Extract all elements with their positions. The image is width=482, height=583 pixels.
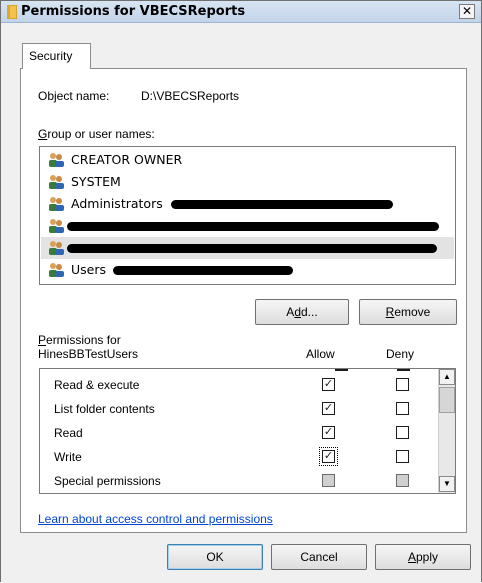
deny-special-checkbox (396, 474, 409, 487)
group-names-access-key: G (38, 127, 48, 141)
list-item[interactable] (41, 237, 454, 259)
scroll-down-button[interactable]: ▼ (439, 476, 455, 492)
list-item[interactable]: SYSTEM (41, 171, 454, 193)
redaction-mark (171, 200, 393, 209)
deny-column-header: Deny (386, 347, 415, 361)
users-icon (49, 197, 64, 211)
list-item[interactable]: CREATOR OWNER (41, 149, 454, 171)
add-label-rest: d... (301, 305, 318, 319)
arrow-down-icon: ▼ (443, 479, 451, 488)
users-icon (49, 175, 64, 189)
remove-button[interactable]: Remove (359, 299, 457, 325)
allow-write-checkbox[interactable]: ✓ (319, 447, 338, 466)
permission-row: List folder contents (54, 398, 434, 420)
permission-row: Read (54, 422, 434, 444)
users-icon (49, 263, 64, 277)
check-icon: ✓ (323, 402, 334, 414)
permissions-for-label: Permissions for (38, 333, 121, 347)
permissions-scrollbar[interactable]: ▲ ▼ (438, 369, 455, 493)
scroll-thumb[interactable] (439, 387, 455, 413)
list-item[interactable]: Users (41, 259, 454, 281)
ok-label: OK (206, 550, 224, 564)
group-names-label: Group or user names: (38, 127, 155, 141)
cancel-label: Cancel (300, 550, 338, 564)
permissions-for-access-key: P (38, 333, 47, 347)
title-bar[interactable]: Permissions for VBECSReports ✕ (1, 1, 481, 23)
permissions-list[interactable]: Read & execute ✓ List folder contents ✓ … (39, 368, 456, 494)
users-icon (49, 241, 64, 255)
allow-read-checkbox[interactable]: ✓ (322, 426, 335, 439)
close-icon: ✕ (461, 4, 473, 18)
check-icon: ✓ (323, 450, 334, 462)
scroll-up-button[interactable]: ▲ (439, 369, 455, 385)
add-access-key: d (294, 305, 301, 319)
permission-row: Special permissions (54, 470, 434, 492)
permission-name: Special permissions (54, 474, 161, 488)
permission-row: Read & execute (54, 374, 434, 396)
tab-security-label: Security (29, 49, 73, 63)
permissions-subject: HinesBBTestUsers (38, 347, 139, 361)
tab-security[interactable]: Security (22, 43, 91, 69)
permission-name: List folder contents (54, 402, 155, 416)
arrow-up-icon: ▲ (443, 372, 451, 381)
list-item[interactable]: Administrators (41, 193, 454, 215)
user-name: SYSTEM (71, 174, 121, 189)
access-control-help-link[interactable]: Learn about access control and permissio… (38, 512, 273, 526)
permission-name: Write (54, 450, 82, 464)
deny-read-execute-checkbox[interactable] (396, 378, 409, 391)
check-icon: ✓ (323, 426, 334, 438)
apply-button[interactable]: Apply (375, 544, 471, 570)
window-title: Permissions for VBECSReports (21, 4, 246, 19)
allow-special-checkbox (322, 474, 335, 487)
redaction-mark (67, 244, 437, 253)
permission-row: Write (54, 446, 434, 468)
users-icon (49, 153, 64, 167)
object-name-value: D:\VBECSReports (141, 89, 240, 103)
user-name: Administrators (71, 196, 163, 211)
deny-list-folder-checkbox[interactable] (396, 402, 409, 415)
permission-name: Read & execute (54, 378, 140, 392)
users-icon (49, 219, 64, 233)
redaction-mark (113, 266, 293, 275)
user-list[interactable]: CREATOR OWNER SYSTEM Administrators User… (39, 146, 456, 285)
group-names-label-text: roup or user names: (47, 127, 155, 141)
apply-label-rest: pply (416, 550, 439, 564)
allow-read-execute-checkbox[interactable]: ✓ (322, 378, 335, 391)
ok-button[interactable]: OK (167, 544, 263, 570)
check-icon: ✓ (323, 378, 334, 390)
close-button[interactable]: ✕ (459, 4, 475, 19)
add-button[interactable]: Add... (255, 299, 349, 325)
object-name-label: Object name: (38, 89, 110, 103)
folder-icon (7, 5, 17, 19)
partial-row-edge (397, 369, 410, 371)
cancel-button[interactable]: Cancel (271, 544, 367, 570)
permissions-dialog: Permissions for VBECSReports ✕ Security … (0, 0, 482, 583)
list-item[interactable] (41, 215, 454, 237)
deny-write-checkbox[interactable] (396, 450, 409, 463)
remove-access-key: R (385, 305, 395, 319)
allow-column-header: Allow (306, 347, 335, 361)
remove-label-rest: emove (394, 305, 431, 319)
user-name: Users (71, 262, 107, 277)
allow-list-folder-checkbox[interactable]: ✓ (322, 402, 335, 415)
permission-name: Read (54, 426, 83, 440)
redaction-mark (67, 222, 439, 231)
apply-access-key: A (407, 550, 416, 564)
deny-read-checkbox[interactable] (396, 426, 409, 439)
user-name: CREATOR OWNER (71, 152, 183, 167)
partial-row-edge (335, 369, 348, 371)
permissions-for-text: ermissions for (46, 333, 121, 347)
